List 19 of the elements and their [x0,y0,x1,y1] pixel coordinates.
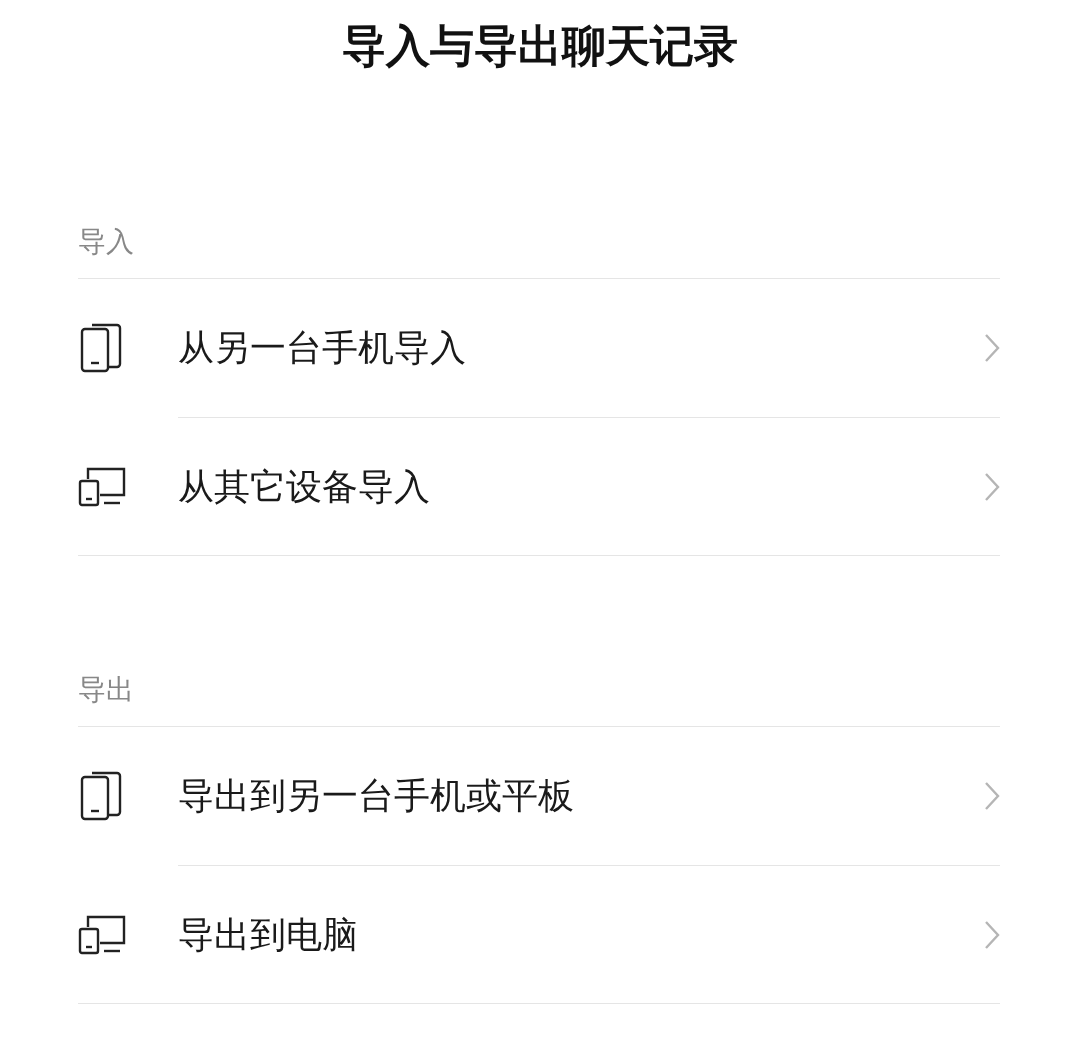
section-label: 导入 [77,228,135,260]
page-title: 导入与导出聊天记录 [342,24,738,68]
row-label: 从其它设备导入 [178,464,431,509]
row-label: 从另一台手机导入 [178,326,467,370]
phone-icon [78,321,124,375]
list-row[interactable]: 导出到另一台手机或平板 [78,727,1000,865]
section-label: 导出 [77,676,135,708]
chevron-icon [984,919,1000,950]
devices-icon [78,465,126,507]
chevron-icon [984,333,1000,363]
row-label: 导出到电脑 [178,912,359,957]
list-row[interactable]: 导出到电脑 [78,865,1000,1003]
chevron-icon [984,471,1000,502]
list-row[interactable]: 从其它设备导入 [78,417,1000,555]
phone-icon [78,769,124,823]
chevron-icon [984,781,1000,811]
row-label: 导出到另一台手机或平板 [178,774,575,818]
list-row[interactable]: 从另一台手机导入 [78,279,1000,417]
devices-icon [78,913,126,955]
